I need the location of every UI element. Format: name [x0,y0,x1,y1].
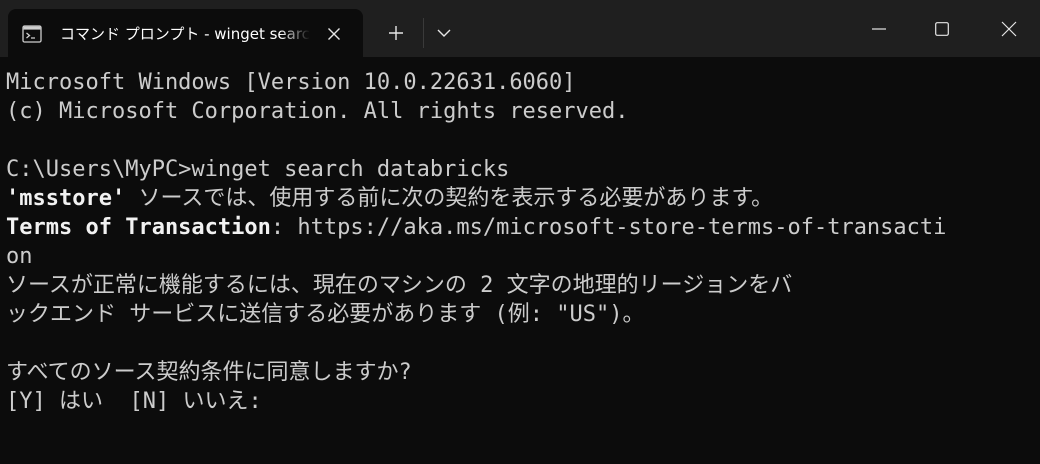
tab-dropdown-button[interactable] [430,19,458,47]
terminal-window: コマンド プロンプト - winget search databricks [0,0,1040,464]
terminal-line: on [6,244,33,269]
chevron-down-icon [437,29,451,37]
msstore-label: 'msstore' [6,186,126,211]
maximize-icon [935,21,949,36]
terminal-line: ックエンド サービスに送信する必要があります (例: "US")。 [6,302,645,327]
msstore-message: ソースでは、使用する前に次の契約を表示する必要があります。 [125,186,774,211]
plus-icon [389,26,403,40]
title-bar[interactable]: コマンド プロンプト - winget search databricks [0,0,1040,57]
tab-command-prompt[interactable]: コマンド プロンプト - winget search databricks [8,9,363,57]
terminal-line-msstore: 'msstore' ソースでは、使用する前に次の契約を表示する必要があります。 [6,184,1036,213]
tab-separator [423,18,424,48]
tab-close-button[interactable] [323,23,345,45]
terms-label: Terms of Transaction [6,215,271,240]
maximize-button[interactable] [911,0,973,57]
terms-url[interactable]: : https://aka.ms/microsoft-store-terms-o… [271,215,947,240]
minimize-icon [872,27,886,30]
terminal-line: (c) Microsoft Corporation. All rights re… [6,99,629,124]
new-tab-button[interactable] [381,19,411,47]
close-icon [328,28,340,40]
minimize-button[interactable] [848,0,910,57]
terminal-prompt-line: [Y] はい [N] いいえ: [6,389,262,414]
close-window-button[interactable] [978,0,1040,57]
terminal-line-terms: Terms of Transaction: https://aka.ms/mic… [6,213,1036,242]
cmd-icon [22,25,42,43]
terminal-output[interactable]: Microsoft Windows [Version 10.0.22631.60… [6,68,1036,458]
tab-title: コマンド プロンプト - winget search databricks [60,25,310,43]
terminal-line: すべてのソース契約条件に同意しますか? [6,360,412,385]
terminal-line: ソースが正常に機能するには、現在のマシンの 2 文字の地理的リージョンをバ [6,273,793,298]
terminal-line: C:\Users\MyPC>winget search databricks [6,157,510,182]
terminal-line: Microsoft Windows [Version 10.0.22631.60… [6,70,576,95]
close-icon [1001,21,1017,36]
